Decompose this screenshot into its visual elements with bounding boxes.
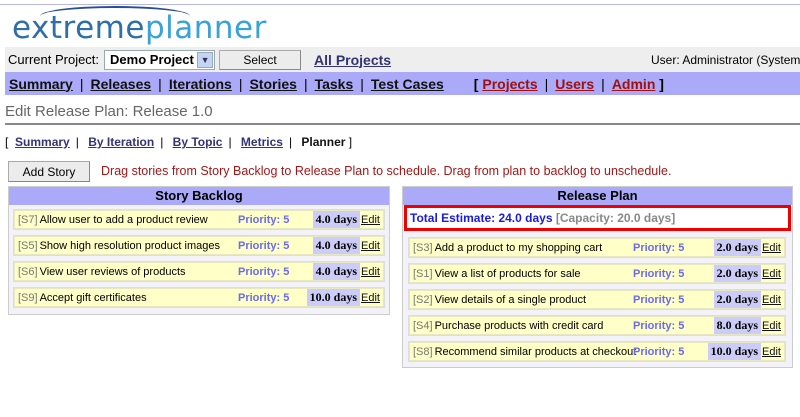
edit-story-link[interactable]: Edit [361,292,380,304]
story-estimate: 2.0 days [713,291,761,308]
story-row[interactable]: [S9] Accept gift certificates Priority: 5 1… [13,287,385,308]
edit-story-link[interactable]: Edit [762,320,781,332]
top-border [0,4,800,5]
nav-tasks[interactable]: Tasks [315,76,354,92]
nav-projects[interactable]: Projects [482,76,537,92]
instructions: Drag stories from Story Backlog to Relea… [101,164,672,178]
story-row[interactable]: [S6] View user reviews of products Priorit… [13,261,385,282]
nav-stories[interactable]: Stories [249,76,296,92]
story-priority: Priority: 5 [633,293,685,306]
story-title: View details of a single product [434,293,587,306]
story-estimate: 4.0 days [312,237,360,254]
tab-metrics[interactable]: Metrics [241,135,283,149]
story-priority: Priority: 5 [633,267,685,280]
select-button[interactable]: Select [219,49,302,70]
story-title: Add a product to my shopping cart [434,241,603,254]
story-id: [S6] [18,265,38,278]
project-select[interactable]: Demo Project ▼ [104,49,216,70]
panel-title: Release Plan [403,187,792,205]
logo-text-1: extreme [12,10,145,46]
project-select-value: Demo Project [110,52,194,67]
nav-admin[interactable]: Admin [612,76,656,92]
story-priority: Priority: 5 [633,241,685,254]
nav-summary[interactable]: Summary [9,76,73,92]
tab-by-iteration[interactable]: By Iteration [88,135,154,149]
total-estimate-box: Total Estimate: 24.0 days [Capacity: 20.… [404,205,791,231]
story-row[interactable]: [S7] Allow user to add a product review Pr… [13,209,385,230]
release-subnav: [ Summary | By Iteration | By Topic | Metri… [5,135,353,149]
nav-test-cases[interactable]: Test Cases [371,76,444,92]
logo-text-2: planner [144,10,267,46]
project-toolbar: Current Project: Demo Project ▼ Select Al… [5,47,800,72]
story-priority: Priority: 5 [633,345,685,358]
title-divider [5,123,800,125]
tab-by-topic[interactable]: By Topic [173,135,223,149]
current-project-label: Current Project: [8,52,100,67]
story-estimate: 4.0 days [312,211,360,228]
tab-planner[interactable]: Planner [301,135,345,149]
user-info: User: Administrator (System Adr [651,52,800,67]
story-row[interactable]: [S8] Recommend similar products at checko… [408,341,786,362]
story-priority: Priority: 5 [238,213,290,226]
nav-users[interactable]: Users [555,76,594,92]
tab-summary[interactable]: Summary [15,135,70,149]
story-estimate: 4.0 days [312,263,360,280]
story-id: [S7] [18,213,38,226]
story-title: Recommend similar products at checkout [434,345,637,358]
story-row[interactable]: [S3] Add a product to my shopping cart Pri… [408,237,786,258]
story-estimate: 2.0 days [713,265,761,282]
story-id: [S3] [413,241,433,254]
chevron-down-icon[interactable]: ▼ [197,51,214,68]
story-priority: Priority: 5 [238,291,290,304]
story-priority: Priority: 5 [633,319,685,332]
page-title: Edit Release Plan: Release 1.0 [5,103,213,120]
all-projects-link[interactable]: All Projects [314,52,391,68]
edit-story-link[interactable]: Edit [762,346,781,358]
story-title: View user reviews of products [39,265,186,278]
story-priority: Priority: 5 [238,239,290,252]
story-row[interactable]: [S1] View a list of products for sale Prio… [408,263,786,284]
edit-story-link[interactable]: Edit [762,268,781,280]
story-row[interactable]: [S4] Purchase products with credit card Pr… [408,315,786,336]
panel-title: Story Backlog [9,187,389,205]
story-id: [S5] [18,239,38,252]
story-row[interactable]: [S2] View details of a single product Prio… [408,289,786,310]
capacity: [Capacity: 20.0 days] [555,211,676,225]
add-story-button[interactable]: Add Story [8,161,90,182]
edit-story-link[interactable]: Edit [361,266,380,278]
story-priority: Priority: 5 [238,265,290,278]
main-nav: Summary | Releases | Iterations | Stories | … [5,72,800,95]
story-id: [S4] [413,319,433,332]
story-title: View a list of products for sale [434,267,581,280]
nav-iterations[interactable]: Iterations [169,76,232,92]
total-estimate: Total Estimate: 24.0 days [410,211,553,225]
edit-story-link[interactable]: Edit [762,242,781,254]
story-id: [S8] [413,345,433,358]
story-title: Accept gift certificates [39,291,147,304]
edit-story-link[interactable]: Edit [762,294,781,306]
story-title: Allow user to add a product review [39,213,208,226]
story-row[interactable]: [S5] Show high resolution product images P… [13,235,385,256]
story-title: Show high resolution product images [39,239,220,252]
story-id: [S1] [413,267,433,280]
edit-story-link[interactable]: Edit [361,240,380,252]
story-estimate: 10.0 days [707,343,761,360]
logo: extremeplanner [12,10,267,46]
edit-story-link[interactable]: Edit [361,214,380,226]
story-id: [S9] [18,291,38,304]
story-estimate: 10.0 days [306,289,360,306]
story-estimate: 2.0 days [713,239,761,256]
story-estimate: 8.0 days [713,317,761,334]
nav-releases[interactable]: Releases [90,76,151,92]
story-id: [S2] [413,293,433,306]
story-title: Purchase products with credit card [434,319,604,332]
